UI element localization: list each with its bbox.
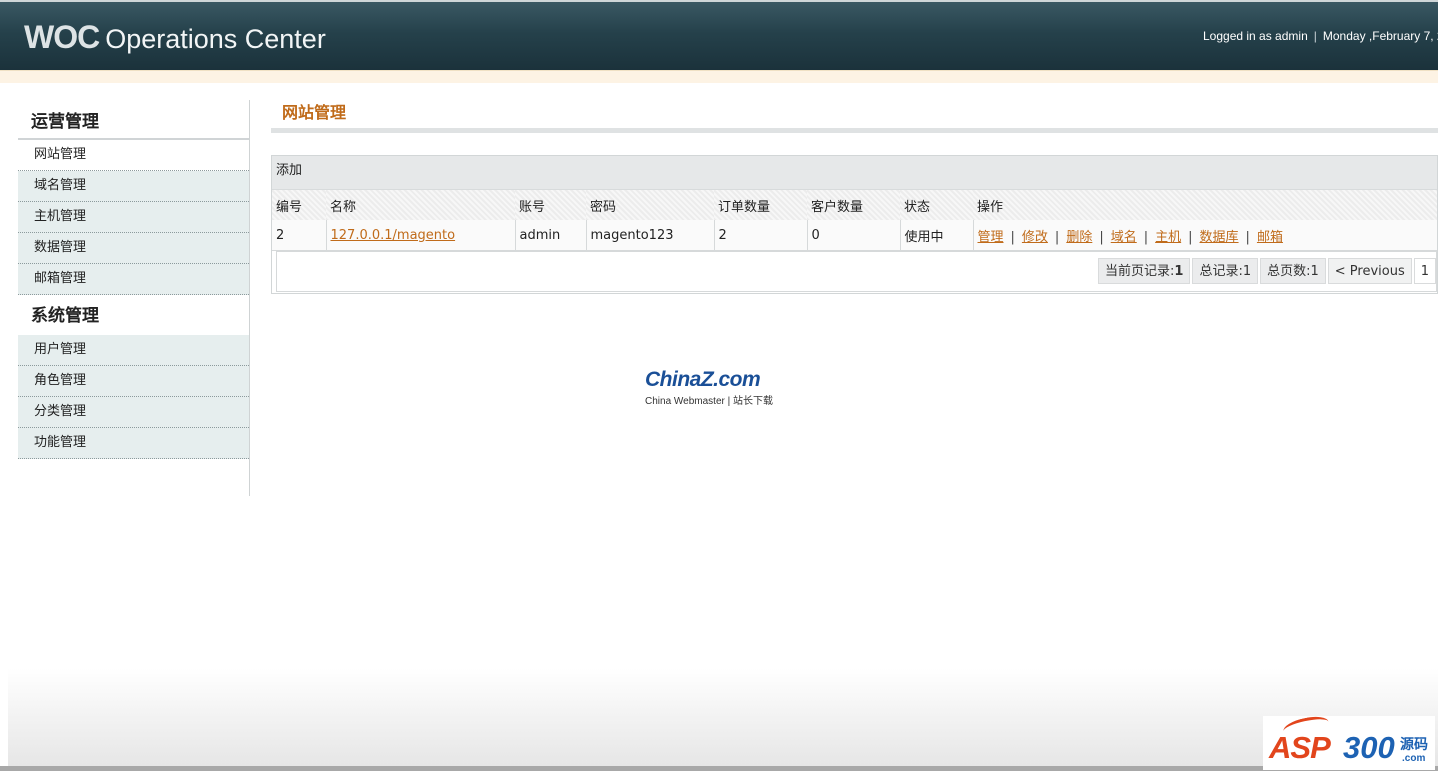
table-header-row: 编号 名称 账号 密码 订单数量 客户数量 状态 操作 <box>272 190 1437 220</box>
current-records-label: 当前页记录: <box>1105 264 1175 279</box>
sidebar-item-mailbox[interactable]: 邮箱管理 <box>18 264 249 295</box>
sidebar-item-domain[interactable]: 域名管理 <box>18 171 249 202</box>
top-header: WOC Operations Center Logged in as admin |… <box>0 0 1438 70</box>
pagination: 当前页记录:1 总记录:1 总页数:1 < Previous 1 <box>1098 258 1436 284</box>
brand-operations-center: Operations Center <box>105 24 326 54</box>
website-table: 编号 名称 账号 密码 订单数量 客户数量 状态 操作 2 127.0.0.1/… <box>272 190 1437 251</box>
col-header-actions: 操作 <box>973 190 1437 220</box>
cell-account: admin <box>515 220 587 251</box>
col-header-orders: 订单数量 <box>714 190 807 220</box>
divider: | <box>1010 229 1015 245</box>
action-domain-link[interactable]: 域名 <box>1111 230 1137 245</box>
page-number-button[interactable]: 1 <box>1413 258 1436 284</box>
asp300-watermark: ASP 300 源码 .com <box>1263 713 1435 770</box>
previous-page-button[interactable]: < Previous <box>1327 258 1412 284</box>
table-row: 2 127.0.0.1/magento admin magento123 2 0… <box>272 220 1437 251</box>
divider: | <box>1245 229 1250 245</box>
logged-in-text: Logged in as admin <box>1203 29 1308 43</box>
cell-orders: 2 <box>714 220 808 251</box>
cell-status: 使用中 <box>900 220 974 251</box>
add-button[interactable]: 添加 <box>276 163 302 178</box>
chinaz-logo-com: .com <box>713 368 761 391</box>
total-pages: 总页数:1 <box>1260 258 1326 284</box>
sidebar-item-website[interactable]: 网站管理 <box>18 140 249 171</box>
asp300-logo-com: .com <box>1402 753 1426 764</box>
brand-woc: WOC <box>24 19 100 55</box>
sidebar-item-functions[interactable]: 功能管理 <box>18 428 249 459</box>
action-mailbox-link[interactable]: 邮箱 <box>1257 230 1283 245</box>
bottom-gradient <box>8 668 1438 766</box>
action-delete-link[interactable]: 删除 <box>1066 230 1092 245</box>
sidebar-item-host[interactable]: 主机管理 <box>18 202 249 233</box>
action-edit-link[interactable]: 修改 <box>1022 230 1048 245</box>
current-page-records: 当前页记录:1 <box>1098 258 1191 284</box>
app-brand: WOC Operations Center <box>24 19 326 56</box>
cell-password: magento123 <box>586 220 715 251</box>
chinaz-tagline: China Webmaster | 站长下载 <box>645 396 774 407</box>
cell-actions: 管理 | 修改 | 删除 | 域名 | 主机 | 数据库 | 邮箱 <box>973 220 1437 251</box>
sidebar-section-title-system: 系统管理 <box>31 306 99 326</box>
chinaz-logo-china: China <box>645 368 701 391</box>
asp300-logo-asp: ASP <box>1269 730 1331 765</box>
asp300-logo-source: 源码 <box>1400 737 1428 753</box>
sidebar-item-categories[interactable]: 分类管理 <box>18 397 249 428</box>
cell-customers: 0 <box>807 220 901 251</box>
cell-name: 127.0.0.1/magento <box>326 220 516 251</box>
col-header-name: 名称 <box>326 190 515 220</box>
chinaz-logo: ChinaZ.com <box>645 368 773 392</box>
main-content: 网站管理 添加 编号 名称 账号 密码 订单数量 客户数量 状态 操作 2 12… <box>271 100 1438 294</box>
sidebar: 运营管理 网站管理 域名管理 主机管理 数据管理 邮箱管理 系统管理 用户管理 … <box>18 100 250 496</box>
divider: | <box>1143 229 1149 245</box>
bottom-border <box>0 766 1438 771</box>
cell-id: 2 <box>272 220 327 251</box>
panel-toolbar: 添加 <box>272 156 1437 190</box>
divider: | <box>1313 29 1317 43</box>
sidebar-item-roles[interactable]: 角色管理 <box>18 366 249 397</box>
current-records-count: 1 <box>1174 264 1184 279</box>
chinaz-logo-z: Z <box>700 368 714 391</box>
divider: | <box>1099 229 1104 245</box>
title-divider <box>271 128 1438 133</box>
user-info: Logged in as admin | Monday ,February 7, 2… <box>1203 29 1438 43</box>
col-header-account: 账号 <box>515 190 586 220</box>
sidebar-item-users[interactable]: 用户管理 <box>18 335 249 366</box>
action-manage-link[interactable]: 管理 <box>978 230 1004 245</box>
header-stripe <box>0 70 1438 83</box>
col-header-password: 密码 <box>586 190 714 220</box>
col-header-status: 状态 <box>900 190 973 220</box>
col-header-id: 编号 <box>272 190 326 220</box>
website-link[interactable]: 127.0.0.1/magento <box>331 228 456 243</box>
pagination-bar: 当前页记录:1 总记录:1 总页数:1 < Previous 1 <box>276 251 1437 292</box>
sidebar-item-database[interactable]: 数据管理 <box>18 233 249 264</box>
action-host-link[interactable]: 主机 <box>1155 230 1181 245</box>
divider: | <box>1054 229 1060 245</box>
website-list-panel: 添加 编号 名称 账号 密码 订单数量 客户数量 状态 操作 2 127.0.0… <box>271 155 1438 294</box>
sidebar-section-title-ops: 运营管理 <box>18 100 249 140</box>
date-text: Monday ,February 7, 20 <box>1322 29 1438 43</box>
page-title: 网站管理 <box>282 103 347 122</box>
asp300-logo-300: 300 <box>1343 730 1395 765</box>
divider: | <box>1188 229 1193 245</box>
total-records: 总记录:1 <box>1192 258 1259 284</box>
chinaz-watermark: ChinaZ.com China Webmaster | 站长下载 <box>645 368 773 407</box>
col-header-customers: 客户数量 <box>807 190 900 220</box>
action-database-link[interactable]: 数据库 <box>1200 230 1239 245</box>
